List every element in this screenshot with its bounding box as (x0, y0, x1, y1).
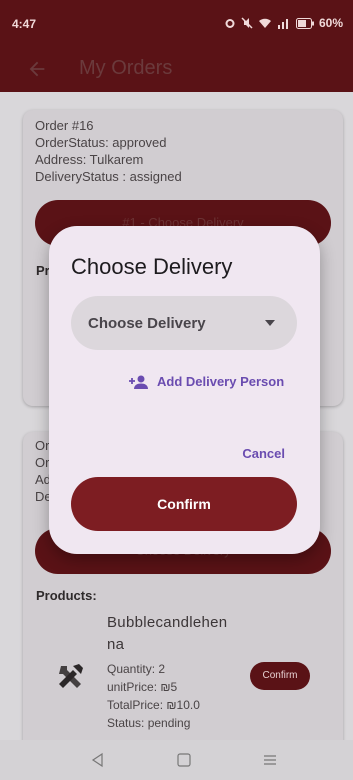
status-icons: 60% (224, 16, 343, 30)
product-quantity: Quantity: 2 (107, 662, 166, 676)
product-name-line: na (107, 636, 125, 653)
product-name: Bubblecandlehen na (107, 612, 227, 656)
order-number: Order #16 (35, 118, 94, 133)
delivery-status: DeliveryStatus : assigned (35, 169, 182, 184)
products-label: Pr (36, 263, 50, 278)
product-name-line: Bubblecandlehen (107, 614, 228, 631)
mute-icon (241, 17, 253, 29)
alarm-icon (225, 19, 235, 28)
dropdown-value: Choose Delivery (88, 315, 206, 332)
dialog-title: Choose Delivery (71, 254, 233, 279)
product-unit-price: unitPrice: ₪5 (107, 680, 178, 694)
nav-back-icon[interactable] (90, 752, 106, 768)
system-nav-bar (0, 740, 353, 780)
delivery-dropdown[interactable]: Choose Delivery (71, 296, 297, 350)
person-add-icon (129, 375, 148, 389)
product-total-price: TotalPrice: ₪10.0 (107, 698, 200, 712)
order-status: OrderStatus: approved (35, 135, 167, 150)
battery-icon (295, 17, 314, 29)
product-status: Status: pending (107, 716, 191, 730)
order-details: Order #16 OrderStatus: approved Address:… (35, 117, 182, 185)
nav-menu-icon[interactable] (262, 752, 278, 768)
nav-home-icon[interactable] (176, 752, 192, 768)
cancel-button[interactable]: Cancel (242, 446, 285, 461)
battery-level: 60% (318, 16, 343, 30)
wifi-icon (258, 18, 271, 28)
status-time: 4:47 (12, 17, 37, 31)
choose-delivery-dialog: Choose Delivery Choose Delivery Add Deli… (49, 226, 320, 554)
products-label: Products: (36, 588, 97, 603)
dropdown-arrow-icon (265, 320, 275, 326)
confirm-button[interactable]: Confirm (71, 477, 297, 531)
product-confirm-button[interactable]: Confirm (250, 662, 310, 690)
tools-icon (59, 664, 83, 688)
back-arrow-icon[interactable] (26, 58, 48, 80)
status-bar: 4:47 60% (0, 0, 353, 46)
signal-icon (277, 19, 288, 29)
add-delivery-person-button[interactable]: Add Delivery Person (129, 374, 284, 389)
page-title: My Orders (79, 57, 173, 79)
order-address: Address: Tulkarem (35, 152, 144, 167)
add-delivery-person-label: Add Delivery Person (157, 374, 285, 389)
app-bar: My Orders (0, 46, 353, 92)
